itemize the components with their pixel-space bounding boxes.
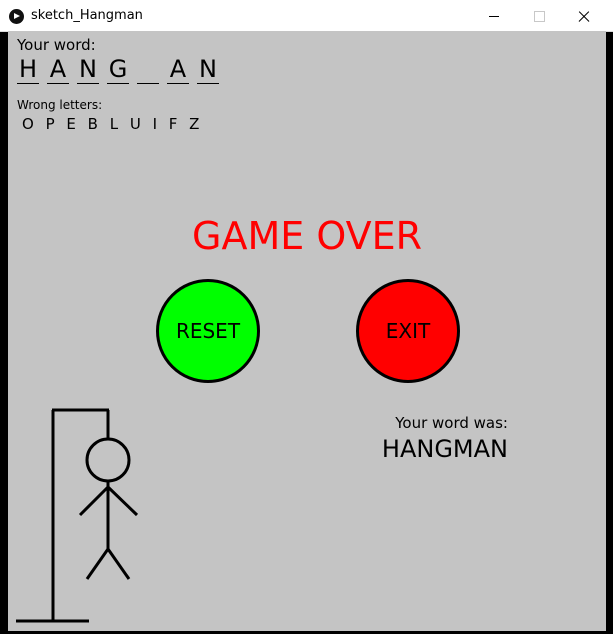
- word-letters: H A N G A N: [17, 55, 227, 84]
- letter-slot: N: [197, 55, 219, 84]
- letter-slot: A: [47, 55, 69, 84]
- sketch-canvas[interactable]: Your word: H A N G A N Wrong letters: O …: [8, 31, 606, 631]
- hangman-right-arm: [106, 485, 139, 517]
- minimize-button[interactable]: [471, 0, 517, 31]
- hangman-gallows: [16, 408, 139, 623]
- reset-button[interactable]: RESET: [156, 279, 260, 383]
- close-button[interactable]: [561, 0, 607, 31]
- app-window: sketch_Hangman Your word: H A N G A N Wr…: [0, 0, 613, 634]
- your-word-label: Your word:: [17, 36, 96, 54]
- word-was-value: HANGMAN: [381, 435, 508, 463]
- letter-slot: N: [77, 55, 99, 84]
- letter-slot: [137, 55, 159, 84]
- letter-slot: H: [17, 55, 39, 84]
- processing-play-icon: [9, 9, 24, 24]
- hangman-right-leg: [106, 548, 131, 580]
- exit-button[interactable]: EXIT: [356, 279, 460, 383]
- hangman-head: [85, 437, 131, 483]
- game-over-text: GAME OVER: [192, 214, 422, 258]
- wrong-letters-list: O P E B L U I F Z: [22, 115, 203, 133]
- reset-button-label: RESET: [175, 319, 241, 343]
- letter-slot: G: [107, 55, 129, 84]
- exit-button-label: EXIT: [385, 319, 431, 343]
- letter-slot: A: [167, 55, 189, 84]
- title-bar[interactable]: sketch_Hangman: [0, 0, 613, 32]
- hangman-left-arm: [78, 485, 110, 517]
- hangman-left-leg: [85, 548, 110, 580]
- word-was-label: Your word was:: [395, 414, 508, 432]
- wrong-letters-label: Wrong letters:: [17, 98, 103, 112]
- window-title: sketch_Hangman: [31, 8, 143, 23]
- maximize-button[interactable]: [516, 0, 562, 31]
